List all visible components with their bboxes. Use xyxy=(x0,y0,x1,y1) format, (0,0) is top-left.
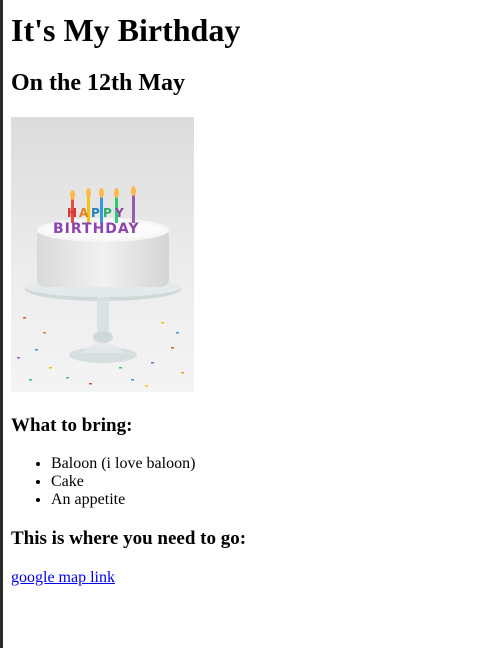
what-to-bring-heading: What to bring: xyxy=(11,415,133,436)
svg-text:P: P xyxy=(103,206,112,220)
bring-item-cake: Cake xyxy=(51,473,195,491)
bring-item-balloon: Baloon (i love baloon) xyxy=(51,455,195,473)
window-left-edge xyxy=(0,0,3,648)
svg-text:P: P xyxy=(91,206,100,220)
svg-text:A: A xyxy=(79,206,89,220)
svg-text:BIRTHDAY: BIRTHDAY xyxy=(53,221,140,237)
page-title: It's My Birthday xyxy=(11,12,241,48)
svg-text:H: H xyxy=(67,206,77,220)
bring-item-appetite: An appetite xyxy=(51,491,195,509)
svg-text:Y: Y xyxy=(114,206,124,220)
birthday-cake-image: H A P P Y BIRTHDAY xyxy=(11,117,194,392)
google-map-link[interactable]: google map link xyxy=(11,569,115,587)
bring-list: Baloon (i love baloon) Cake An appetite xyxy=(11,455,195,509)
location-heading: This is where you need to go: xyxy=(11,528,247,549)
page-subtitle: On the 12th May xyxy=(11,70,185,96)
